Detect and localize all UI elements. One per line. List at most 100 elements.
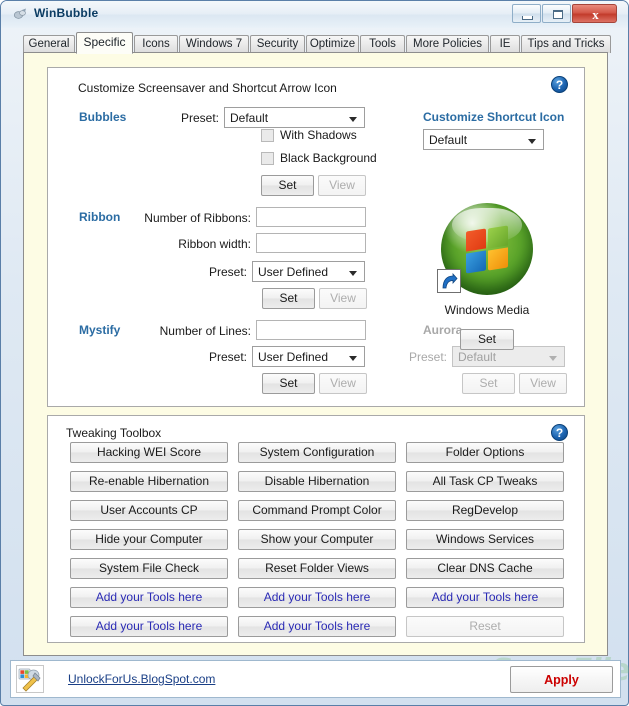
toolbox-button-hide-your-computer[interactable]: Hide your Computer <box>70 529 228 550</box>
toolbox-button-command-prompt-color[interactable]: Command Prompt Color <box>238 500 396 521</box>
tab-page-specific: Customize Screensaver and Shortcut Arrow… <box>23 52 629 688</box>
mystify-preset-combo[interactable]: User Defined <box>252 346 365 367</box>
mystify-lines-label: Number of Lines: <box>159 324 251 338</box>
shortcut-icon-value: Default <box>429 133 468 147</box>
toolbox-button-all-task-cp-tweaks[interactable]: All Task CP Tweaks <box>406 471 564 492</box>
bubbles-preset-combo[interactable]: Default <box>224 107 365 128</box>
chevron-down-icon <box>349 356 357 361</box>
flag-quadrant-blue <box>466 250 486 274</box>
toolbox-button-system-file-check[interactable]: System File Check <box>70 558 228 579</box>
bubbles-preset-label: Preset: <box>180 111 219 125</box>
title-bar: WinBubble x <box>1 1 628 28</box>
maximize-icon <box>553 10 563 19</box>
tweaking-toolbox-group: Tweaking Toolbox ? Hacking WEI Score Syst… <box>47 415 585 643</box>
close-button[interactable]: x <box>572 4 617 23</box>
ribbon-width-input[interactable] <box>256 233 366 253</box>
tab-windows-7[interactable]: Windows 7 <box>179 35 249 53</box>
ribbon-set-button[interactable]: Set <box>262 288 315 309</box>
unlockforus-link[interactable]: UnlockForUs.BlogSpot.com <box>68 672 215 686</box>
aurora-section-label: Aurora <box>423 323 463 337</box>
toolbox-button-user-accounts-cp[interactable]: User Accounts CP <box>70 500 228 521</box>
aurora-set-button: Set <box>462 373 515 394</box>
toolbox-button-reset-folder-views[interactable]: Reset Folder Views <box>238 558 396 579</box>
aurora-view-button: View <box>519 373 567 394</box>
ribbon-section-label: Ribbon <box>79 210 121 224</box>
tab-security[interactable]: Security <box>250 35 305 53</box>
winbubble-app-icon <box>13 7 28 22</box>
ribbon-preset-combo[interactable]: User Defined <box>252 261 365 282</box>
toolbox-button-clear-dns-cache[interactable]: Clear DNS Cache <box>406 558 564 579</box>
bubbles-preset-value: Default <box>230 111 269 125</box>
tab-strip: General Specific Icons Windows 7 Security Opt… <box>23 32 611 54</box>
windows-media-orb-icon[interactable] <box>437 203 533 295</box>
orb-gloss <box>452 208 522 242</box>
winbubble-window: WinBubble x General Specific Icons Windows … <box>0 0 629 706</box>
toolbox-button-system-configuration[interactable]: System Configuration <box>238 442 396 463</box>
tab-more-policies[interactable]: More Policies <box>406 35 489 53</box>
black-background-checkbox[interactable] <box>261 152 274 165</box>
minimize-button[interactable] <box>512 4 541 23</box>
shortcut-icon-combo[interactable]: Default <box>423 129 544 150</box>
shortcut-icon-section-label: Customize Shortcut Icon <box>423 110 565 124</box>
toolbox-button-windows-services[interactable]: Windows Services <box>406 529 564 550</box>
toolbox-button-reset: Reset <box>406 616 564 637</box>
toolbox-button-disable-hibernation[interactable]: Disable Hibernation <box>238 471 396 492</box>
ribbon-view-button: View <box>319 288 367 309</box>
toolbox-button-add-your-tools-here[interactable]: Add your Tools here <box>70 587 228 608</box>
flag-quadrant-green <box>488 225 508 249</box>
tab-optimize[interactable]: Optimize <box>306 35 359 53</box>
black-background-label: Black Background <box>280 151 377 165</box>
flag-quadrant-red <box>466 228 486 252</box>
toolbox-button-add-your-tools-here[interactable]: Add your Tools here <box>238 616 396 637</box>
footer-bar: UnlockForUs.BlogSpot.com Apply <box>10 660 621 698</box>
chevron-down-icon <box>349 117 357 122</box>
help-icon[interactable]: ? <box>551 424 568 441</box>
mystify-lines-input[interactable] <box>256 320 366 340</box>
aurora-preset-value: Default <box>458 350 497 364</box>
flag-quadrant-yellow <box>488 247 508 271</box>
window-title: WinBubble <box>34 6 99 20</box>
minimize-icon <box>522 16 533 20</box>
toolbox-button-add-your-tools-here[interactable]: Add your Tools here <box>406 587 564 608</box>
toolbox-button-folder-options[interactable]: Folder Options <box>406 442 564 463</box>
bubbles-section-label: Bubbles <box>79 110 127 124</box>
with-shadows-label: With Shadows <box>280 128 357 142</box>
with-shadows-checkbox[interactable] <box>261 129 274 142</box>
aurora-preset-label: Preset: <box>408 350 447 364</box>
mystify-preset-label: Preset: <box>208 350 247 364</box>
screensaver-group-title: Customize Screensaver and Shortcut Arrow… <box>78 81 337 95</box>
maximize-button[interactable] <box>542 4 571 23</box>
mystify-view-button: View <box>319 373 367 394</box>
winbubble-tools-icon <box>16 665 44 693</box>
tab-tips-and-tricks[interactable]: Tips and Tricks <box>521 35 611 53</box>
bubbles-set-button[interactable]: Set <box>261 175 314 196</box>
ribbon-count-input[interactable] <box>256 207 366 227</box>
ribbon-preset-value: User Defined <box>258 265 329 279</box>
ribbon-count-label: Number of Ribbons: <box>144 211 251 225</box>
tab-icons[interactable]: Icons <box>134 35 178 53</box>
tab-specific[interactable]: Specific <box>76 32 133 54</box>
help-icon[interactable]: ? <box>551 76 568 93</box>
chevron-down-icon <box>549 356 557 361</box>
mystify-set-button[interactable]: Set <box>262 373 315 394</box>
toolbox-button-re-enable-hibernation[interactable]: Re-enable Hibernation <box>70 471 228 492</box>
toolbox-button-add-your-tools-here[interactable]: Add your Tools here <box>70 616 228 637</box>
toolbox-button-add-your-tools-here[interactable]: Add your Tools here <box>238 587 396 608</box>
ribbon-width-label: Ribbon width: <box>178 237 251 251</box>
tweaking-toolbox-title: Tweaking Toolbox <box>66 426 162 440</box>
close-icon: x <box>592 7 599 22</box>
toolbox-button-show-your-computer[interactable]: Show your Computer <box>238 529 396 550</box>
chevron-down-icon <box>349 271 357 276</box>
toolbox-button-regdevelop[interactable]: RegDevelop <box>406 500 564 521</box>
mystify-preset-value: User Defined <box>258 350 329 364</box>
mystify-section-label: Mystify <box>79 323 121 337</box>
toolbox-button-hacking-wei-score[interactable]: Hacking WEI Score <box>70 442 228 463</box>
shortcut-icon-set-button[interactable]: Set <box>460 329 514 350</box>
tab-tools[interactable]: Tools <box>360 35 405 53</box>
apply-button[interactable]: Apply <box>510 666 613 693</box>
shortcut-icon-caption: Windows Media <box>444 303 530 317</box>
tab-general[interactable]: General <box>23 35 75 53</box>
ribbon-preset-label: Preset: <box>208 265 247 279</box>
tab-ie[interactable]: IE <box>490 35 520 53</box>
shortcut-arrow-icon <box>437 269 461 293</box>
